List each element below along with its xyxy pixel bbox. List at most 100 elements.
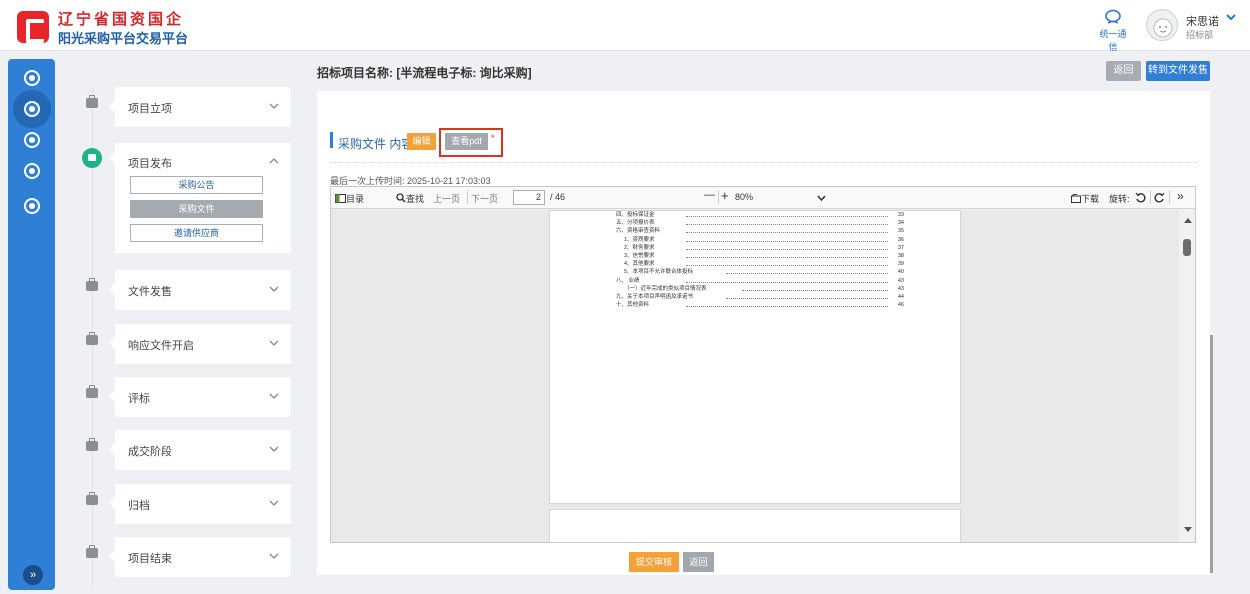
step-label: 项目发布 (128, 158, 172, 170)
chevron-down-icon (269, 286, 279, 292)
toc-entry: 六、资格审查资料 35 (616, 228, 904, 234)
more-tools-button[interactable]: » (1177, 189, 1184, 203)
sub-invite-suppliers[interactable]: 邀请供应商 (130, 224, 263, 242)
step-response-open[interactable]: 响应文件开启 (115, 324, 291, 364)
step-archive[interactable]: 归档 (115, 484, 291, 524)
zoom-select[interactable]: 80% (733, 190, 829, 205)
sidebar-toggle-icon (335, 194, 346, 203)
rotate-left-icon[interactable] (1135, 192, 1146, 203)
rotate-right-icon[interactable] (1154, 192, 1165, 203)
step-label: 响应文件开启 (128, 340, 194, 352)
chevron-down-icon (269, 500, 279, 506)
pdf-toolbar: 目录 查找 上一页 下一页 2 / 46 — + 80% 下载 旋转: » (331, 187, 1195, 209)
back-button-bottom[interactable]: 返回 (683, 552, 714, 572)
logo-subtitle: 阳光采购平台交易平台 (58, 31, 189, 46)
find-label: 查找 (406, 194, 425, 204)
find-button[interactable]: 查找 (396, 192, 424, 205)
submit-review-button[interactable]: 提交审核 (629, 552, 679, 572)
pdf-viewport[interactable]: 四、投标保证金 33 五、分项报价表 34 六、资格审查资料 35 1、资质要求 36 … (331, 210, 1195, 542)
toc-entry: 八、 业绩 43 (616, 278, 904, 284)
next-page-button[interactable]: 下一页 (471, 192, 498, 205)
chevron-down-icon (269, 553, 279, 559)
turn-to-file-sale-button[interactable]: 转到文件发售 (1146, 61, 1210, 81)
nav-project-icon[interactable] (24, 101, 40, 117)
step-label: 成交阶段 (128, 446, 172, 458)
scroll-up-arrow[interactable] (1184, 218, 1192, 223)
step-project-end[interactable]: 项目结束 (115, 537, 291, 577)
toc-toggle-button[interactable]: 目录 (335, 192, 364, 205)
briefcase-icon (86, 545, 98, 558)
step-evaluation[interactable]: 评标 (115, 377, 291, 417)
edit-button[interactable]: 编辑 (407, 133, 436, 150)
step-label: 文件发售 (128, 286, 172, 298)
toc-entry: 2、财务要求 37 (624, 245, 904, 251)
chevron-down-icon[interactable] (1226, 14, 1236, 21)
step-project-publish-panel: 项目发布 采购公告 采购文件 邀请供应商 (115, 143, 291, 253)
briefcase-active-icon (82, 148, 102, 168)
toc-entry: 九、关于本项目声明函及承诺书 44 (616, 294, 904, 300)
scroll-down-arrow[interactable] (1184, 527, 1192, 532)
sub-procurement-file[interactable]: 采购文件 (130, 200, 263, 218)
step-label: 项目立项 (128, 103, 172, 115)
sub-procurement-notice[interactable]: 采购公告 (130, 176, 263, 194)
nav-home-icon[interactable] (24, 70, 40, 86)
briefcase-icon (86, 95, 98, 108)
expand-nav-button[interactable]: » (23, 565, 43, 585)
briefcase-icon (86, 332, 98, 345)
back-button[interactable]: 返回 (1106, 61, 1141, 81)
pdf-scrollbar[interactable] (1179, 210, 1195, 542)
prev-page-button[interactable]: 上一页 (433, 192, 460, 205)
toc-entry: 五、分项报价表 34 (616, 220, 904, 226)
briefcase-icon (86, 278, 98, 291)
download-button[interactable]: 下载 (1071, 192, 1099, 205)
toc-entry: 四、投标保证金 33 (616, 212, 904, 218)
page-scrollbar[interactable] (1210, 335, 1213, 573)
user-department: 招标部 (1186, 30, 1214, 40)
nav-item5-icon[interactable] (24, 198, 40, 214)
chat-button[interactable]: 统一通信 (1096, 9, 1130, 53)
search-icon (396, 193, 406, 203)
chevron-down-icon (817, 195, 826, 201)
step-label: 归档 (128, 500, 150, 512)
step-project-setup[interactable]: 项目立项 (115, 87, 291, 127)
divider (330, 162, 1196, 163)
toc-entry: 4、其他要求 39 (624, 261, 904, 267)
download-label: 下载 (1081, 194, 1100, 204)
chevron-up-icon[interactable] (269, 158, 279, 164)
zoom-out-button[interactable]: — (704, 189, 715, 201)
zoom-in-button[interactable]: + (721, 188, 729, 203)
toolbar-separator (1150, 191, 1151, 204)
zoom-value: 80% (735, 192, 754, 202)
page-number-input[interactable]: 2 (513, 190, 545, 205)
chevron-down-icon (269, 446, 279, 452)
top-header: 辽宁省国资国企 阳光采购平台交易平台 统一通信 宋思诺 招标部 (0, 0, 1250, 53)
toc-entry: 3、信誉要求 38 (624, 253, 904, 259)
nav-item4-icon[interactable] (24, 163, 40, 179)
left-nav-rail: » (8, 59, 55, 590)
toc-entry: （一）近年完成的类似项目情况表 43 (624, 286, 904, 292)
avatar[interactable] (1146, 9, 1178, 41)
toolbar-separator (467, 191, 468, 204)
step-deal-stage[interactable]: 成交阶段 (115, 430, 291, 470)
toc-entry: 十、其他资料 46 (616, 302, 904, 308)
briefcase-icon (86, 438, 98, 451)
section-accent-bar (330, 132, 333, 148)
page-title: 招标项目名称: [半流程电子标: 询比采购] (317, 66, 532, 80)
toc-label: 目录 (346, 194, 365, 204)
chevron-down-icon (269, 103, 279, 109)
download-icon (1071, 194, 1081, 203)
toolbar-separator (718, 191, 719, 204)
nav-item3-icon[interactable] (24, 132, 40, 148)
user-avatar-icon (1153, 18, 1173, 38)
page-total: / 46 (550, 192, 566, 202)
toc-entry: 1、资质要求 36 (624, 237, 904, 243)
user-name: 宋思诺 (1186, 16, 1219, 28)
section-title: 采购文件 内容 (338, 137, 414, 151)
step-label: 评标 (128, 393, 150, 405)
briefcase-icon (86, 385, 98, 398)
logo-title: 辽宁省国资国企 (58, 11, 185, 28)
platform-logo-icon (17, 11, 49, 43)
step-file-sale[interactable]: 文件发售 (115, 270, 291, 310)
step-label: 项目结束 (128, 553, 172, 565)
scroll-thumb[interactable] (1183, 239, 1191, 256)
